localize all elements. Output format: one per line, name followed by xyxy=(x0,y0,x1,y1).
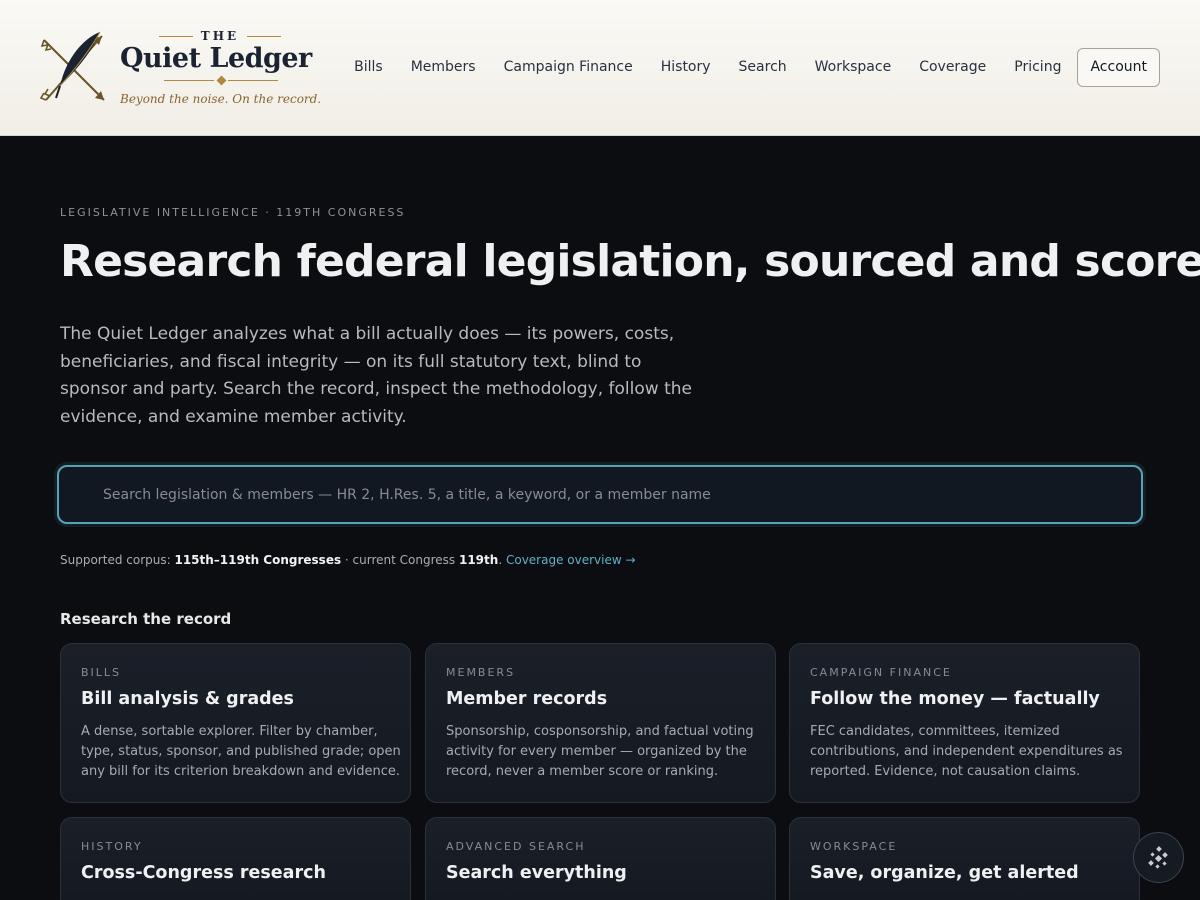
card-title: Member records xyxy=(446,689,608,709)
coverage-overview-link[interactable]: Coverage overview → xyxy=(506,553,636,567)
hero-headline: Research federal legislation, sourced an… xyxy=(60,236,1200,287)
card-title: Bill analysis & grades xyxy=(81,689,294,709)
divider-line-left xyxy=(164,80,214,81)
card-title: Cross-Congress research xyxy=(81,863,326,883)
card-title: Follow the money — factually xyxy=(810,689,1100,709)
corpus-prefix: Supported corpus: xyxy=(60,553,175,567)
diamond-icon xyxy=(216,75,227,86)
sparkle-assistant-icon xyxy=(1147,845,1168,869)
brand-divider xyxy=(164,75,278,86)
nav-item-history[interactable]: History xyxy=(647,49,725,86)
corpus-current: 119th xyxy=(458,553,499,567)
hero-lede: The Quiet Ledger analyzes what a bill ac… xyxy=(60,324,692,427)
search-box xyxy=(57,465,1143,524)
card-description: Sponsorship, cosponsorship, and factual … xyxy=(446,724,754,779)
card-kicker: ADVANCED SEARCH xyxy=(446,840,586,853)
crossed-quill-arrows-icon[interactable] xyxy=(38,28,110,108)
card-kicker: WORKSPACE xyxy=(810,840,898,853)
brand-name: Quiet Ledger xyxy=(120,43,312,74)
corpus-range: 115th–119th Congresses xyxy=(174,553,342,567)
brand-the-text: THE xyxy=(200,29,240,43)
site-header: THE Quiet Ledger Beyond the noise. On th… xyxy=(0,0,1200,136)
card-campaign-finance[interactable]: CAMPAIGN FINANCE Follow the money — fact… xyxy=(789,643,1140,803)
brand-lockup[interactable]: THE Quiet Ledger Beyond the noise. On th… xyxy=(120,28,325,106)
card-title: Save, organize, get alerted xyxy=(810,863,1079,883)
nav-item-coverage[interactable]: Coverage xyxy=(905,49,1000,86)
card-history[interactable]: HISTORY Cross-Congress research xyxy=(60,817,411,900)
corpus-note: Supported corpus: 115th–119th Congresses… xyxy=(60,553,636,567)
brand-rule-right xyxy=(247,35,282,37)
card-kicker: BILLS xyxy=(81,666,122,679)
card-description: FEC candidates, committees, itemized con… xyxy=(810,724,1123,779)
hero-eyebrow: LEGISLATIVE INTELLIGENCE · 119TH CONGRES… xyxy=(60,206,406,219)
nav-item-pricing[interactable]: Pricing xyxy=(1000,49,1075,86)
divider-line-right xyxy=(228,80,278,81)
brand-the: THE xyxy=(120,28,320,44)
brand-rule-left xyxy=(158,35,193,37)
corpus-middle: · current Congress xyxy=(341,553,459,567)
card-bills[interactable]: BILLS Bill analysis & grades A dense, so… xyxy=(60,643,411,803)
card-kicker: HISTORY xyxy=(81,840,143,853)
card-kicker: CAMPAIGN FINANCE xyxy=(810,666,952,679)
nav-item-members[interactable]: Members xyxy=(397,49,490,86)
nav-item-bills[interactable]: Bills xyxy=(340,49,397,86)
nav-item-campaign-finance[interactable]: Campaign Finance xyxy=(490,49,647,86)
card-title: Search everything xyxy=(446,863,627,883)
assistant-button[interactable] xyxy=(1133,832,1184,883)
nav-item-workspace[interactable]: Workspace xyxy=(801,49,906,86)
card-members[interactable]: MEMBERS Member records Sponsorship, cosp… xyxy=(425,643,776,803)
section-title: Research the record xyxy=(60,610,232,628)
account-button[interactable]: Account xyxy=(1077,48,1160,87)
card-advanced-search[interactable]: ADVANCED SEARCH Search everything xyxy=(425,817,776,900)
card-description: A dense, sortable explorer. Filter by ch… xyxy=(81,724,401,779)
search-input[interactable] xyxy=(59,467,1141,522)
nav-item-search[interactable]: Search xyxy=(725,49,801,86)
main-nav: Bills Members Campaign Finance History S… xyxy=(340,48,1160,87)
corpus-suffix: . xyxy=(498,553,503,567)
brand-tagline: Beyond the noise. On the record. xyxy=(120,92,322,106)
card-kicker: MEMBERS xyxy=(446,666,516,679)
card-workspace[interactable]: WORKSPACE Save, organize, get alerted xyxy=(789,817,1140,900)
